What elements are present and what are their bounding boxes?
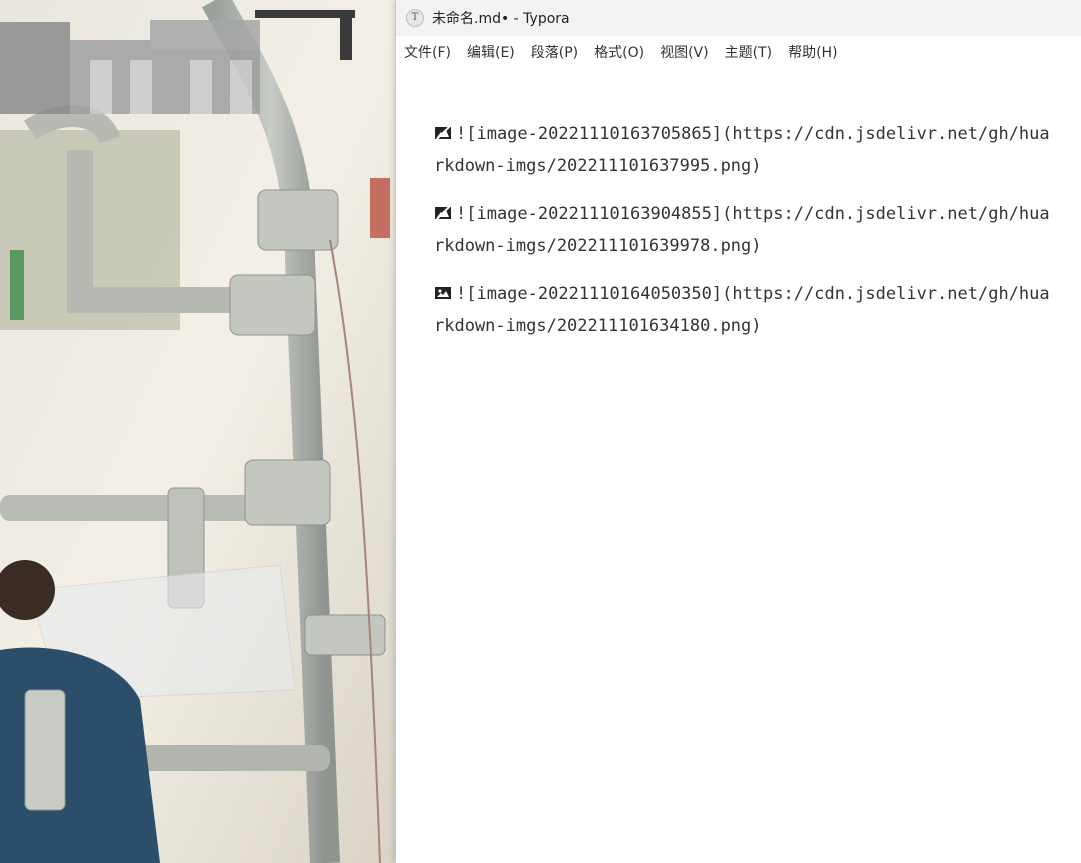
broken-image-icon: [435, 205, 451, 221]
markdown-image-line: rkdown-imgs/202211101637995.png): [434, 156, 762, 176]
markdown-image-block[interactable]: ![image-20221110164050350](https://cdn.j…: [434, 278, 1081, 342]
typora-window: T 未命名.md• - Typora 文件(F) 编辑(E) 段落(P) 格式(…: [395, 0, 1081, 863]
typora-app-icon[interactable]: T: [406, 9, 424, 27]
markdown-image-block[interactable]: ![image-20221110163705865](https://cdn.j…: [434, 118, 1081, 182]
menu-bar: 文件(F) 编辑(E) 段落(P) 格式(O) 视图(V) 主题(T) 帮助(H…: [396, 36, 1081, 68]
menu-paragraph[interactable]: 段落(P): [527, 39, 582, 65]
markdown-image-line: ![image-20221110163705865](https://cdn.j…: [456, 124, 1050, 144]
menu-edit[interactable]: 编辑(E): [463, 39, 519, 65]
menu-theme[interactable]: 主题(T): [721, 39, 776, 65]
window-title: 未命名.md• - Typora: [432, 11, 570, 27]
wallpaper-image: [0, 0, 400, 863]
markdown-image-line: rkdown-imgs/202211101639978.png): [434, 236, 762, 256]
broken-image-icon: [435, 125, 451, 141]
image-icon: [435, 287, 451, 299]
title-bar[interactable]: T 未命名.md• - Typora: [396, 0, 1081, 36]
menu-help[interactable]: 帮助(H): [784, 39, 841, 65]
markdown-image-block[interactable]: ![image-20221110163904855](https://cdn.j…: [434, 198, 1081, 262]
menu-format[interactable]: 格式(O): [590, 39, 648, 65]
markdown-image-line: ![image-20221110163904855](https://cdn.j…: [456, 204, 1050, 224]
menu-file[interactable]: 文件(F): [400, 39, 455, 65]
menu-view[interactable]: 视图(V): [656, 39, 713, 65]
markdown-image-line: ![image-20221110164050350](https://cdn.j…: [456, 284, 1050, 304]
editor-area[interactable]: ![image-20221110163705865](https://cdn.j…: [434, 118, 1081, 358]
markdown-image-line: rkdown-imgs/202211101634180.png): [434, 316, 762, 336]
